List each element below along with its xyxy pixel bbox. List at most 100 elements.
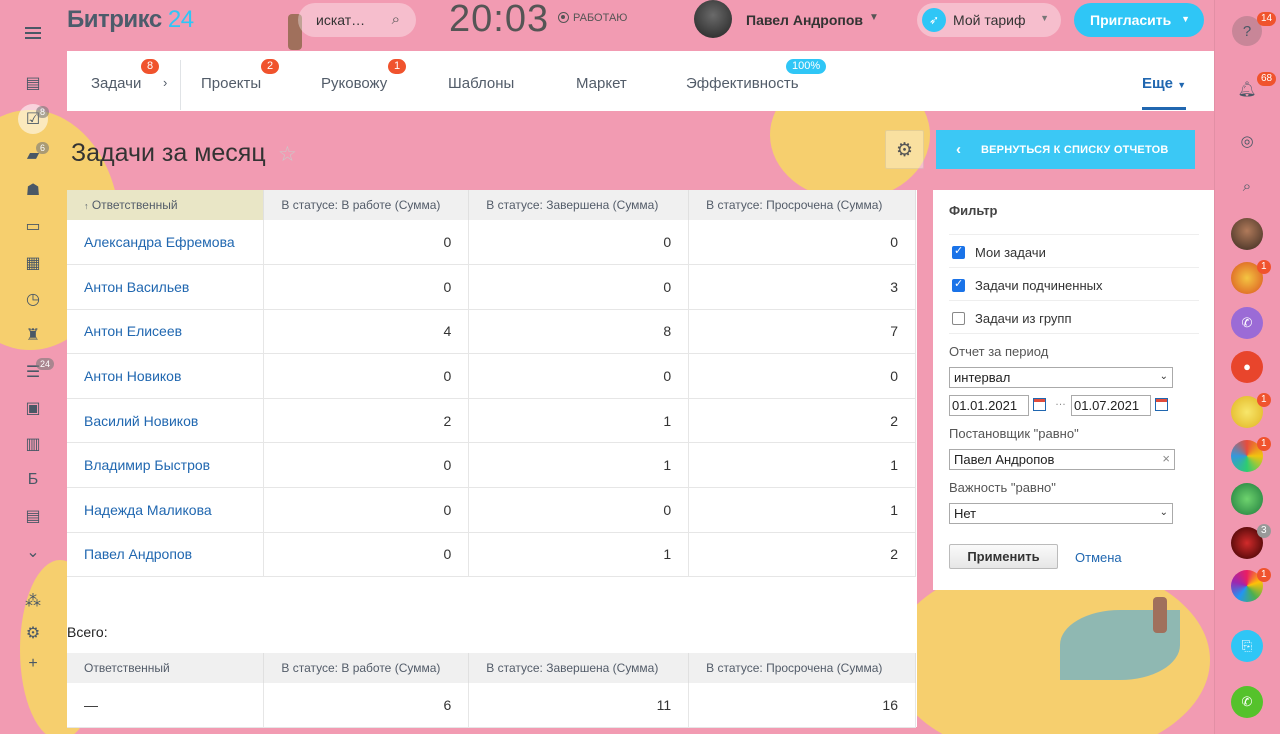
- tab-templates[interactable]: Шаблоны: [448, 75, 514, 92]
- invite-label: Пригласить: [1090, 12, 1172, 28]
- search-icon[interactable]: ⌕: [1232, 171, 1262, 201]
- tab-more[interactable]: Еще ▼: [1142, 75, 1186, 92]
- responsible-link[interactable]: Надежда Маликова: [67, 487, 265, 533]
- contact-badge: 1: [1257, 568, 1271, 582]
- responsible-link[interactable]: Василий Новиков: [67, 398, 265, 444]
- responsible-link[interactable]: Павел Андропов: [67, 532, 265, 578]
- close-icon[interactable]: ×: [1162, 451, 1170, 466]
- avatar[interactable]: [1231, 483, 1263, 515]
- filter-checkbox-groups[interactable]: Задачи из групп: [949, 300, 1199, 334]
- back-to-reports-button[interactable]: ‹ ВЕРНУТЬСЯ К СПИСКУ ОТЧЕТОВ: [936, 130, 1195, 169]
- invite-button[interactable]: Пригласить ▼: [1074, 3, 1204, 37]
- star-icon[interactable]: ☆: [278, 142, 297, 167]
- more-chevron-icon[interactable]: ⌄: [18, 537, 48, 567]
- phone-call-icon[interactable]: ✆: [1231, 686, 1263, 718]
- user-icon[interactable]: ●: [1231, 351, 1263, 383]
- priority-select[interactable]: Нет ⌄: [949, 503, 1173, 524]
- tab-label: Руковожу: [321, 75, 388, 92]
- settings-gear-icon[interactable]: ⚙: [18, 618, 48, 648]
- robot-icon[interactable]: ♜: [18, 320, 48, 350]
- tab-projects[interactable]: Проекты 2: [201, 59, 280, 92]
- logo[interactable]: Битрикс 24: [67, 6, 194, 34]
- report-table: ↑ Ответственный В статусе: В работе (Сум…: [67, 190, 916, 578]
- column-header-done[interactable]: В статусе: Завершена (Сумма): [468, 190, 690, 220]
- letter-b-item[interactable]: Б: [18, 465, 48, 495]
- rocket-icon: ➶: [922, 8, 946, 32]
- responsible-link[interactable]: Александра Ефремова: [67, 220, 265, 266]
- table-row: Павел Андропов 0 1 2: [67, 532, 916, 578]
- cancel-link[interactable]: Отмена: [1075, 550, 1122, 565]
- overdue-cell: 1: [688, 442, 916, 489]
- chevron-right-icon[interactable]: ›: [163, 75, 167, 90]
- tariff-label: Мой тариф: [953, 12, 1026, 28]
- column-header-in-work[interactable]: В статусе: В работе (Сумма): [263, 190, 470, 220]
- calendar-icon[interactable]: [1155, 398, 1168, 411]
- responsible-link[interactable]: Антон Новиков: [67, 353, 265, 399]
- checkbox-checked[interactable]: [952, 244, 965, 259]
- avatar[interactable]: [1231, 218, 1263, 250]
- author-label: Постановщик "равно": [949, 426, 1079, 441]
- apply-button[interactable]: Применить: [949, 544, 1058, 569]
- settings-gear-button[interactable]: ⚙: [885, 130, 924, 169]
- tab-tasks[interactable]: Задачи 8: [91, 59, 160, 92]
- overdue-cell: 3: [688, 264, 916, 310]
- tab-label: Маркет: [576, 75, 627, 92]
- checkbox-checked[interactable]: [952, 277, 965, 292]
- left-sidebar: ▤ ☑ 8 ▰ 6 ☗ ▭ ▦ ◷ ♜ ☰ 24 ▣ ▥ Б ▤ ⌄ ⁂ ⚙ +: [0, 0, 66, 734]
- responsible-link[interactable]: Антон Васильев: [67, 264, 265, 310]
- overdue-cell: 2: [688, 398, 916, 444]
- search-input[interactable]: искат… ⌕: [298, 3, 416, 37]
- contact-badge: 1: [1257, 393, 1271, 407]
- feed-icon[interactable]: ▤: [18, 68, 48, 98]
- tab-active-underline: [1142, 107, 1186, 110]
- structure-icon[interactable]: ⁂: [18, 586, 48, 616]
- calendar-icon[interactable]: [1033, 398, 1046, 411]
- table-row: Антон Елисеев 4 8 7: [67, 309, 916, 355]
- documents-icon[interactable]: ▤: [18, 501, 48, 531]
- tab-label: Проекты: [201, 75, 262, 92]
- user-name[interactable]: Павел Андропов: [746, 12, 863, 28]
- in-work-cell: 0: [263, 442, 470, 489]
- messages-icon[interactable]: ◎: [1232, 126, 1262, 156]
- in-work-cell: 4: [263, 309, 470, 355]
- filter-checkbox-subordinates[interactable]: Задачи подчиненных: [949, 267, 1199, 301]
- work-status-label: РАБОТАЮ: [573, 12, 628, 24]
- date-from-input[interactable]: 01.01.2021: [949, 395, 1029, 416]
- totals-row: — 6 11 16: [67, 683, 916, 728]
- employees-icon[interactable]: ☗: [18, 175, 48, 205]
- checkbox-unchecked[interactable]: [952, 312, 965, 325]
- sites-icon[interactable]: ▣: [18, 393, 48, 423]
- open-lines-icon[interactable]: ⎘: [1231, 630, 1263, 662]
- avatar[interactable]: [694, 0, 732, 38]
- column-header-responsible[interactable]: ↑ Ответственный: [67, 190, 265, 220]
- tab-market[interactable]: Маркет: [576, 75, 627, 92]
- column-header-responsible: Ответственный: [67, 653, 265, 683]
- period-select[interactable]: интервал ⌄: [949, 367, 1173, 388]
- done-cell: 0: [468, 264, 690, 310]
- menu-toggle-button[interactable]: [18, 18, 48, 48]
- chevron-down-icon[interactable]: ▼: [869, 12, 879, 23]
- tab-badge: 8: [141, 59, 160, 74]
- responsible-link[interactable]: Антон Елисеев: [67, 309, 265, 355]
- filter-counter: 24: [36, 358, 55, 370]
- filter-checkbox-my-tasks[interactable]: Мои задачи: [949, 234, 1199, 268]
- column-header-overdue: В статусе: Просрочена (Сумма): [688, 653, 916, 683]
- calendar-icon[interactable]: ▦: [18, 248, 48, 278]
- phone-icon[interactable]: ✆: [1231, 307, 1263, 339]
- chat-counter: 6: [36, 142, 50, 154]
- contacts-card-icon[interactable]: ▥: [18, 429, 48, 459]
- author-input[interactable]: Павел Андропов ×: [949, 449, 1175, 470]
- clock-icon[interactable]: ◷: [18, 284, 48, 314]
- drive-icon[interactable]: ▭: [18, 211, 48, 241]
- column-header-overdue[interactable]: В статусе: Просрочена (Сумма): [688, 190, 916, 220]
- responsible-link[interactable]: Владимир Быстров: [67, 442, 265, 489]
- totals-name-cell: —: [67, 683, 265, 728]
- tab-badge: 100%: [786, 59, 827, 74]
- add-plus-icon[interactable]: +: [18, 649, 48, 679]
- tariff-button[interactable]: ➶ Мой тариф ▼: [917, 3, 1061, 37]
- overdue-cell: 0: [688, 353, 916, 399]
- tab-supervising[interactable]: Руковожу 1: [321, 59, 407, 92]
- tab-efficiency[interactable]: Эффективность 100%: [686, 59, 827, 92]
- work-status[interactable]: РАБОТАЮ: [558, 12, 627, 24]
- date-to-input[interactable]: 01.07.2021: [1071, 395, 1151, 416]
